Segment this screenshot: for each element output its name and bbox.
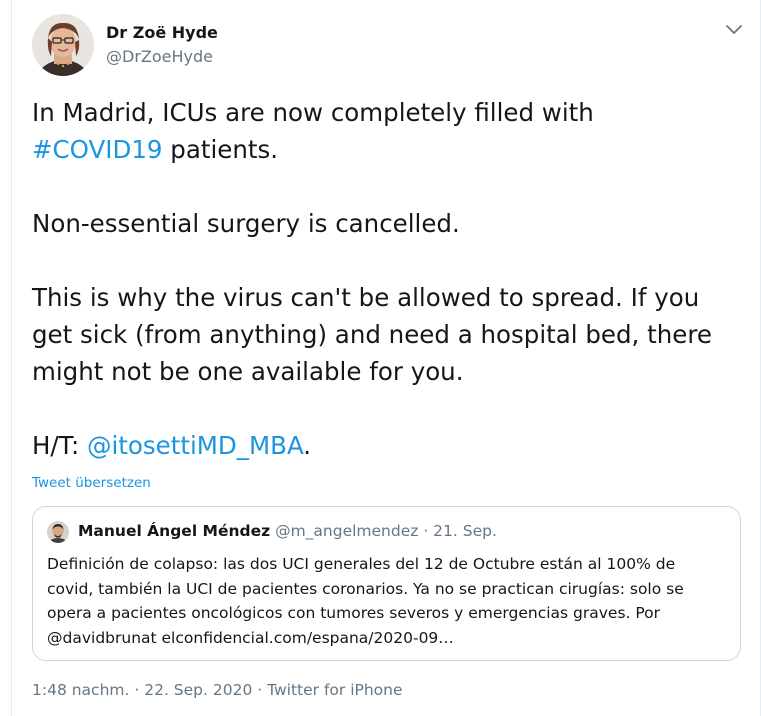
tweet-line-1-post: patients. <box>162 135 279 164</box>
translate-tweet-link[interactable]: Tweet übersetzen <box>32 475 151 491</box>
tweet-paragraph-2: Non-essential surgery is cancelled. <box>32 209 460 238</box>
tweet-card: Dr Zoë Hyde @DrZoeHyde In Madrid, ICUs a… <box>11 0 761 716</box>
tweet-time[interactable]: 1:48 nachm. <box>32 681 129 699</box>
tweet-paragraph-4: H/T: @itosettiMD_MBA. <box>32 427 747 464</box>
quote-date: 21. Sep. <box>433 522 497 540</box>
hashtag-link[interactable]: #COVID19 <box>32 135 163 164</box>
ht-suffix: . <box>303 431 312 460</box>
tweet-paragraph-3-line-2: get sick (from anything) and need a hosp… <box>32 320 712 349</box>
tweet-footer-meta: 1:48 nachm. · 22. Sep. 2020 · Twitter fo… <box>32 681 403 699</box>
quote-line-3: opera a pacientes oncológicos con tumore… <box>47 604 661 622</box>
quote-author-avatar <box>47 521 69 543</box>
quoted-tweet[interactable]: Manuel Ángel Méndez @m_angelmendez · 21.… <box>32 506 741 661</box>
mention-link[interactable]: @itosettiMD_MBA <box>87 431 303 460</box>
tweet-paragraph-3-line-1: This is why the virus can't be allowed t… <box>32 283 700 312</box>
quote-header: Manuel Ángel Méndez @m_angelmendez · 21.… <box>78 522 497 540</box>
tweet-source[interactable]: Twitter for iPhone <box>267 681 402 699</box>
quote-line-2: covid, también la UCI de pacientes coron… <box>47 579 684 598</box>
footer-separator-1: · <box>129 681 145 699</box>
avatar-image <box>32 14 94 76</box>
quote-line-4: @davidbrunat elconfidencial.com/espana/2… <box>47 628 454 647</box>
author-avatar[interactable] <box>32 14 94 76</box>
quote-separator: · <box>418 522 434 540</box>
tweet-paragraph-1: In Madrid, ICUs are now completely fille… <box>32 94 747 168</box>
tweet-paragraph-3-line-3: might not be one available for you. <box>32 357 464 386</box>
tweet-paragraph-3: This is why the virus can't be allowed t… <box>32 279 747 390</box>
quote-text: Definición de colapso: las dos UCI gener… <box>47 552 684 650</box>
ht-prefix: H/T: <box>32 431 87 460</box>
quote-line-1: Definición de colapso: las dos UCI gener… <box>47 555 676 573</box>
author-handle[interactable]: @DrZoeHyde <box>106 47 213 66</box>
tweet-text: In Madrid, ICUs are now completely fille… <box>32 94 747 464</box>
quote-author-handle: @m_angelmendez <box>275 522 419 540</box>
author-name[interactable]: Dr Zoë Hyde <box>106 23 218 42</box>
chevron-down-icon[interactable] <box>724 22 744 38</box>
tweet-line-1: In Madrid, ICUs are now completely fille… <box>32 98 594 127</box>
quote-author-name: Manuel Ángel Méndez <box>78 522 271 540</box>
footer-separator-2: · <box>252 681 268 699</box>
tweet-date[interactable]: 22. Sep. 2020 <box>144 681 252 699</box>
